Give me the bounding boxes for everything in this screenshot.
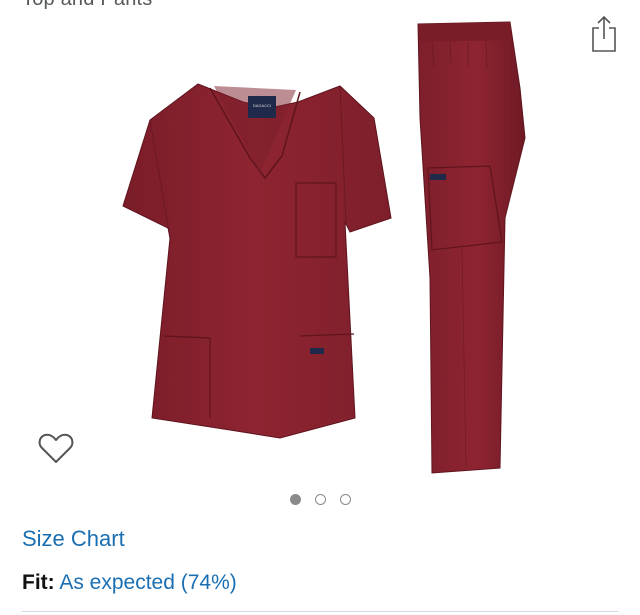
divider [22, 611, 618, 612]
fit-row: Fit: As expected (74%) [22, 571, 237, 595]
fit-label: Fit: [22, 571, 55, 594]
carousel-dot-3[interactable] [339, 494, 351, 505]
fit-value-link[interactable]: As expected (74%) [59, 571, 236, 594]
scrub-top: DAGACCI [122, 83, 392, 439]
carousel-dot-2[interactable] [314, 494, 326, 505]
wishlist-button[interactable] [34, 428, 78, 468]
collar-label-text: DAGACCI [253, 103, 271, 108]
product-image[interactable]: DAGACCI [110, 18, 550, 488]
size-chart-link[interactable]: Size Chart [22, 526, 125, 552]
heart-outline-icon [38, 433, 74, 463]
share-icon [592, 15, 616, 52]
scrub-pants [417, 21, 526, 474]
carousel-indicator [0, 494, 640, 505]
carousel-dot-1[interactable] [289, 494, 301, 505]
product-title: Top and Pants [22, 0, 152, 11]
share-button[interactable] [584, 12, 624, 56]
